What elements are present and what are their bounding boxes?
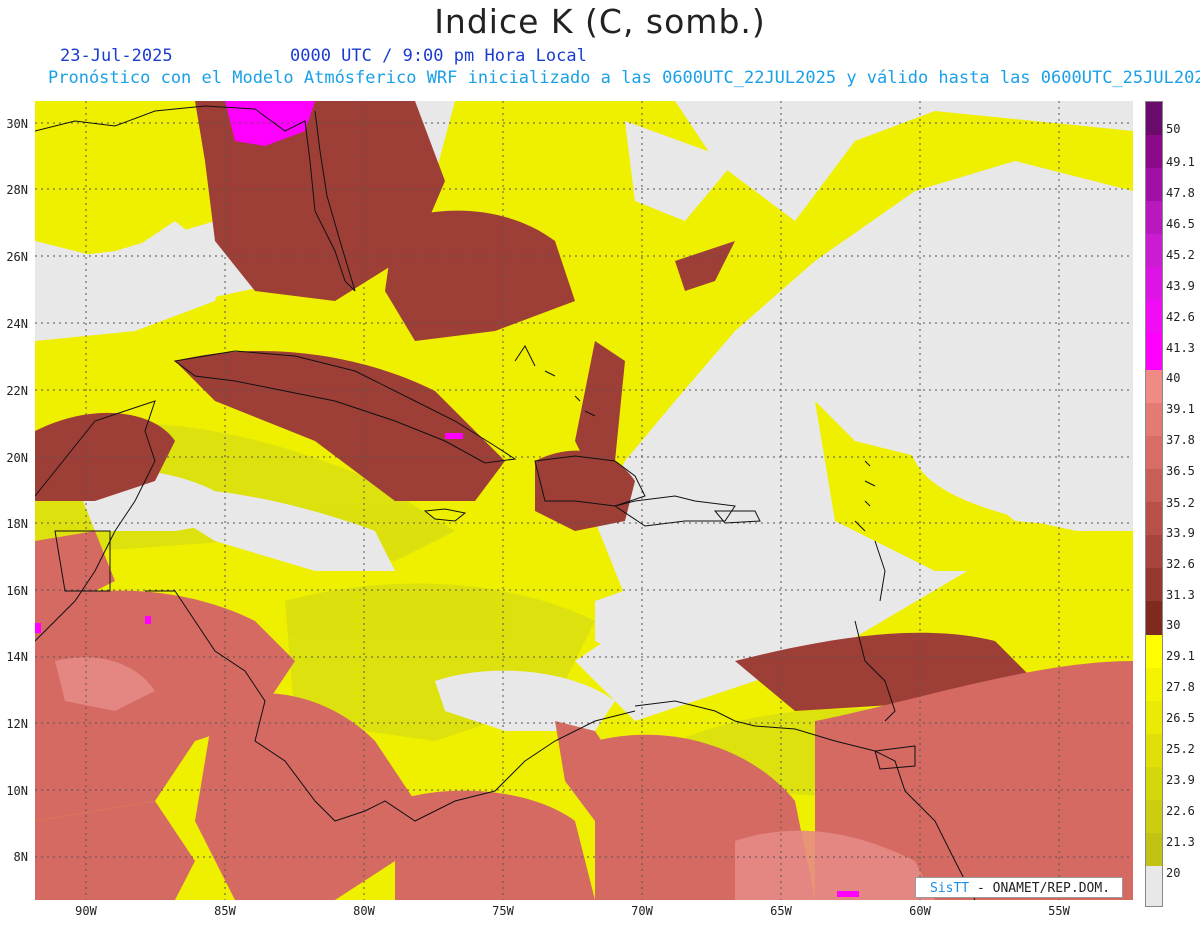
cb-label: 22.6	[1166, 804, 1195, 818]
lat-label-8n: 8N	[13, 850, 28, 864]
cb-label: 47.8	[1166, 186, 1195, 200]
lon-label-80w: 80W	[353, 904, 375, 918]
cb-seg	[1146, 102, 1162, 135]
cb-seg	[1146, 568, 1162, 601]
lon-label-85w: 85W	[214, 904, 236, 918]
lat-label-10n: 10N	[6, 784, 28, 798]
lon-label-90w: 90W	[75, 904, 97, 918]
k-index-map	[35, 101, 1133, 900]
colorbar	[1145, 101, 1163, 907]
lat-label-20n: 20N	[6, 451, 28, 465]
cb-seg	[1146, 333, 1162, 370]
cb-label: 45.2	[1166, 248, 1195, 262]
cb-seg	[1146, 502, 1162, 535]
cb-label: 37.8	[1166, 433, 1195, 447]
cb-seg	[1146, 635, 1162, 668]
cb-label: 41.3	[1166, 341, 1195, 355]
cb-label: 23.9	[1166, 773, 1195, 787]
lon-label-75w: 75W	[492, 904, 514, 918]
cb-label: 29.1	[1166, 649, 1195, 663]
cb-seg	[1146, 866, 1162, 906]
cb-label: 35.2	[1166, 496, 1195, 510]
cb-seg	[1146, 734, 1162, 767]
forecast-time: 0000 UTC / 9:00 pm Hora Local	[290, 46, 587, 66]
cb-label: 21.3	[1166, 835, 1195, 849]
cb-seg	[1146, 469, 1162, 502]
lat-label-18n: 18N	[6, 517, 28, 531]
cb-label: 32.6	[1166, 557, 1195, 571]
cb-seg	[1146, 701, 1162, 734]
lon-label-65w: 65W	[770, 904, 792, 918]
lat-label-12n: 12N	[6, 717, 28, 731]
credit-box: SisTT - ONAMET/REP.DOM.	[915, 877, 1123, 898]
cb-seg	[1146, 300, 1162, 333]
cb-seg	[1146, 403, 1162, 436]
cb-label: 25.2	[1166, 742, 1195, 756]
cb-label: 33.9	[1166, 526, 1195, 540]
cb-label: 49.1	[1166, 155, 1195, 169]
lon-label-55w: 55W	[1048, 904, 1070, 918]
lat-label-26n: 26N	[6, 250, 28, 264]
lon-label-70w: 70W	[631, 904, 653, 918]
lat-label-14n: 14N	[6, 650, 28, 664]
lat-label-30n: 30N	[6, 117, 28, 131]
lat-label-28n: 28N	[6, 183, 28, 197]
cb-label: 20	[1166, 866, 1181, 880]
cb-label: 36.5	[1166, 464, 1195, 478]
cb-seg	[1146, 370, 1162, 403]
cb-seg	[1146, 135, 1162, 168]
cb-seg	[1146, 267, 1162, 300]
cb-seg	[1146, 767, 1162, 800]
cb-label: 40	[1166, 371, 1181, 385]
lat-label-16n: 16N	[6, 584, 28, 598]
model-subtitle: Pronóstico con el Modelo Atmósferico WRF…	[48, 68, 1200, 88]
cb-seg	[1146, 833, 1162, 866]
credit-brand: SisTT	[930, 881, 970, 896]
cb-label: 27.8	[1166, 680, 1195, 694]
map-title: Indice K (C, somb.)	[434, 2, 766, 41]
cb-label: 46.5	[1166, 217, 1195, 231]
cb-label: 42.6	[1166, 310, 1195, 324]
map-canvas	[35, 101, 1133, 900]
credit-org: - ONAMET/REP.DOM.	[976, 881, 1111, 896]
cb-label: 39.1	[1166, 402, 1195, 416]
cb-seg	[1146, 436, 1162, 469]
cb-label: 30	[1166, 618, 1181, 632]
cb-seg	[1146, 234, 1162, 267]
cb-seg	[1146, 601, 1162, 635]
cb-seg	[1146, 201, 1162, 234]
cb-seg	[1146, 800, 1162, 833]
forecast-date: 23-Jul-2025	[60, 46, 173, 66]
cb-seg	[1146, 668, 1162, 701]
lat-label-24n: 24N	[6, 317, 28, 331]
cb-seg	[1146, 168, 1162, 201]
cb-label: 31.3	[1166, 588, 1195, 602]
cb-label: 26.5	[1166, 711, 1195, 725]
cb-seg	[1146, 535, 1162, 568]
lat-label-22n: 22N	[6, 384, 28, 398]
lon-label-60w: 60W	[909, 904, 931, 918]
cb-label: 50	[1166, 122, 1181, 136]
cb-label: 43.9	[1166, 279, 1195, 293]
